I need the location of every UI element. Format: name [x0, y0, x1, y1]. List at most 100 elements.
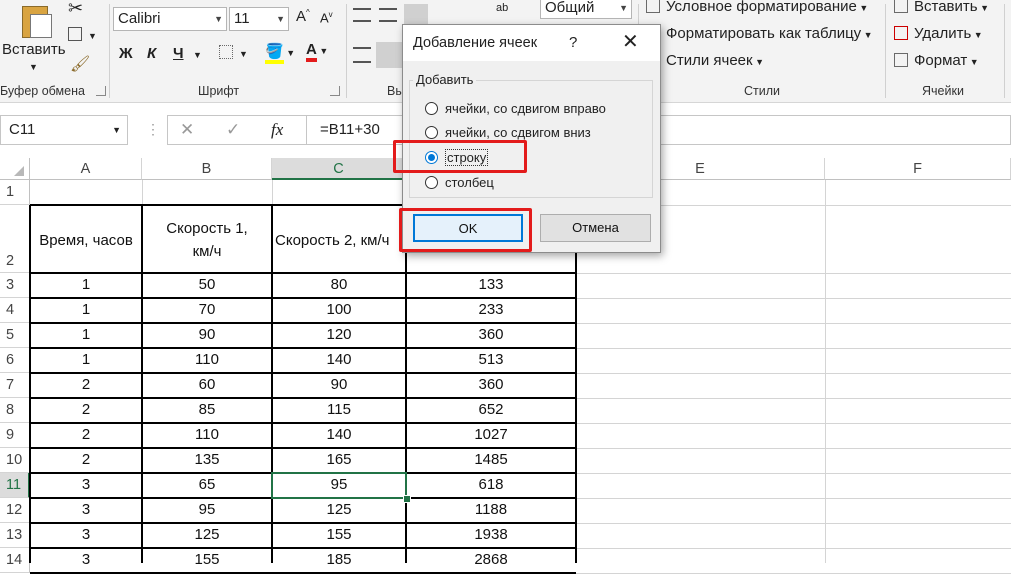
table-cell-b[interactable]: 110 [142, 351, 272, 368]
table-cell-c[interactable]: 80 [272, 276, 406, 293]
align-middle-icon[interactable] [379, 8, 397, 22]
table-cell-d[interactable]: 1938 [406, 526, 576, 543]
format-as-table-button[interactable]: Форматировать как таблицу ▼ [646, 25, 873, 42]
header-cell-speed1-line1[interactable]: Скорость 1, [142, 220, 272, 237]
table-cell-b[interactable]: 65 [142, 476, 272, 493]
row-header[interactable]: 4 [0, 298, 30, 323]
table-cell-b[interactable]: 85 [142, 401, 272, 418]
format-painter-icon[interactable]: 🖌 [70, 54, 90, 74]
radio-shift-right[interactable]: ячейки, со сдвигом вправо [425, 101, 606, 116]
formula-bar-grip-icon[interactable]: ⋮ [146, 121, 160, 138]
row-header[interactable]: 14 [0, 548, 30, 573]
table-cell-d[interactable]: 360 [406, 376, 576, 393]
row-header[interactable]: 10 [0, 448, 30, 473]
header-cell-speed1-line2[interactable]: км/ч [142, 243, 272, 260]
conditional-formatting-button[interactable]: Условное форматирование ▼ [646, 0, 868, 15]
bold-button[interactable]: Ж [119, 45, 133, 62]
copy-icon[interactable]: ▼ [68, 26, 97, 43]
row-header[interactable]: 6 [0, 348, 30, 373]
table-cell-a[interactable]: 2 [30, 376, 142, 393]
table-cell-a[interactable]: 2 [30, 426, 142, 443]
decrease-font-icon[interactable]: Av [320, 10, 333, 25]
row-header[interactable]: 2 [0, 205, 30, 273]
underline-dropdown-icon[interactable]: ▼ [193, 50, 202, 60]
format-cells-button[interactable]: Формат ▼ [894, 52, 979, 69]
header-cell-speed2[interactable]: Скорость 2, км/ч [272, 232, 406, 249]
table-cell-b[interactable]: 155 [142, 551, 272, 568]
row-header[interactable]: 9 [0, 423, 30, 448]
table-cell-c[interactable]: 155 [272, 526, 406, 543]
cell-styles-button[interactable]: Стили ячеек ▼ [646, 52, 764, 69]
table-cell-b[interactable]: 95 [142, 501, 272, 518]
insert-cells-button[interactable]: Вставить ▼ [894, 0, 989, 15]
increase-font-icon[interactable]: A^ [296, 8, 310, 25]
table-cell-a[interactable]: 1 [30, 301, 142, 318]
insert-function-button[interactable]: fx [271, 120, 283, 140]
borders-icon[interactable]: ▼ [219, 44, 248, 61]
wrap-text-icon[interactable]: ab [496, 2, 508, 14]
fill-handle[interactable] [403, 495, 411, 503]
font-name-select[interactable]: Calibri ▼ [113, 7, 227, 31]
table-cell-d[interactable]: 618 [406, 476, 576, 493]
close-icon[interactable]: ✕ [622, 31, 639, 53]
table-cell-a[interactable]: 3 [30, 551, 142, 568]
column-header-f[interactable]: F [825, 158, 1011, 180]
table-cell-b[interactable]: 70 [142, 301, 272, 318]
clipboard-launcher-icon[interactable] [96, 86, 106, 96]
radio-entire-column[interactable]: столбец [425, 175, 494, 190]
row-header[interactable]: 8 [0, 398, 30, 423]
italic-button[interactable]: К [147, 45, 156, 62]
table-cell-b[interactable]: 125 [142, 526, 272, 543]
radio-shift-down[interactable]: ячейки, со сдвигом вниз [425, 125, 591, 140]
table-cell-b[interactable]: 50 [142, 276, 272, 293]
paste-dropdown-icon[interactable]: ▼ [29, 62, 38, 72]
table-cell-d[interactable]: 133 [406, 276, 576, 293]
align-left-icon[interactable] [353, 47, 371, 63]
table-cell-d[interactable]: 2868 [406, 551, 576, 568]
table-cell-c[interactable]: 185 [272, 551, 406, 568]
table-cell-a[interactable]: 1 [30, 326, 142, 343]
active-cell-c11[interactable] [271, 472, 407, 499]
row-header[interactable]: 12 [0, 498, 30, 523]
row-header[interactable]: 1 [0, 180, 30, 205]
table-cell-c[interactable]: 120 [272, 326, 406, 343]
help-icon[interactable]: ? [569, 34, 577, 51]
cancel-button[interactable]: Отмена [540, 214, 651, 242]
table-cell-c[interactable]: 100 [272, 301, 406, 318]
column-header-a[interactable]: A [30, 158, 142, 180]
align-top-icon[interactable] [353, 8, 371, 22]
cut-icon[interactable]: ✂ [68, 0, 83, 19]
font-launcher-icon[interactable] [330, 86, 340, 96]
table-cell-b[interactable]: 135 [142, 451, 272, 468]
column-header-b[interactable]: B [142, 158, 272, 180]
table-cell-a[interactable]: 3 [30, 501, 142, 518]
table-cell-a[interactable]: 2 [30, 451, 142, 468]
header-cell-time[interactable]: Время, часов [30, 232, 142, 249]
table-cell-a[interactable]: 3 [30, 476, 142, 493]
confirm-entry-icon[interactable]: ✓ [226, 120, 240, 140]
table-cell-b[interactable]: 60 [142, 376, 272, 393]
align-bottom-icon[interactable] [404, 4, 428, 24]
table-cell-c[interactable]: 140 [272, 426, 406, 443]
delete-cells-button[interactable]: Удалить ▼ [894, 25, 983, 42]
table-cell-a[interactable]: 2 [30, 401, 142, 418]
table-cell-d[interactable]: 513 [406, 351, 576, 368]
table-cell-d[interactable]: 360 [406, 326, 576, 343]
fill-color-icon[interactable]: 🪣 ▼ [265, 42, 295, 64]
paste-icon[interactable] [18, 2, 52, 38]
table-cell-d[interactable]: 1188 [406, 501, 576, 518]
row-header[interactable]: 5 [0, 323, 30, 348]
table-cell-d[interactable]: 652 [406, 401, 576, 418]
paste-button[interactable]: Вставить [2, 41, 66, 58]
number-format-select[interactable]: Общий ▼ [540, 0, 632, 19]
table-cell-d[interactable]: 1027 [406, 426, 576, 443]
column-header-c[interactable]: C [272, 158, 406, 180]
font-color-icon[interactable]: A ▼ [306, 41, 328, 62]
table-cell-b[interactable]: 110 [142, 426, 272, 443]
row-header[interactable]: 11 [0, 473, 30, 498]
font-size-select[interactable]: 11 ▼ [229, 7, 289, 31]
name-box[interactable]: C11 ▼ [0, 115, 128, 145]
table-cell-d[interactable]: 1485 [406, 451, 576, 468]
table-cell-d[interactable]: 233 [406, 301, 576, 318]
row-header[interactable]: 7 [0, 373, 30, 398]
